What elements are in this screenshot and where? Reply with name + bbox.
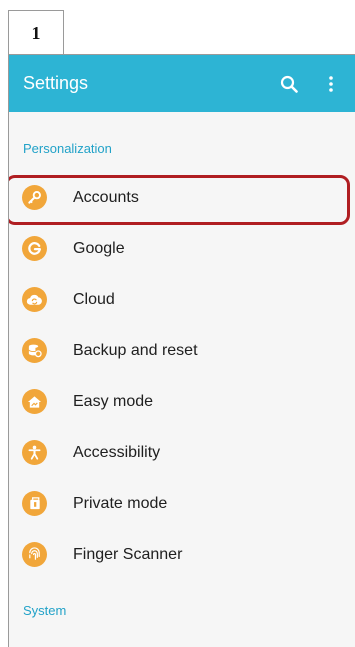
settings-item-easy-mode[interactable]: Easy mode — [9, 376, 355, 427]
search-icon — [280, 75, 298, 93]
settings-item-label: Accounts — [73, 188, 139, 206]
section-header-personalization: Personalization — [23, 141, 112, 156]
settings-item-backup-and-reset[interactable]: Backup and reset — [9, 325, 355, 376]
private-mode-icon — [22, 491, 47, 516]
settings-item-label: Backup and reset — [73, 341, 198, 359]
cloud-sync-icon — [22, 287, 47, 312]
search-button[interactable] — [275, 70, 303, 98]
app-bar: Settings — [9, 55, 355, 112]
fingerprint-icon — [22, 542, 47, 567]
phone-screen: Settings Personalization Accounts Google… — [8, 54, 355, 647]
settings-item-label: Cloud — [73, 290, 115, 308]
key-icon — [22, 185, 47, 210]
more-options-button[interactable] — [317, 70, 345, 98]
page-title: Settings — [23, 73, 89, 93]
more-vertical-icon — [329, 75, 333, 92]
backup-icon — [22, 338, 47, 363]
settings-item-label: Finger Scanner — [73, 545, 183, 563]
settings-item-finger-scanner[interactable]: Finger Scanner — [9, 529, 355, 580]
settings-item-label: Easy mode — [73, 392, 154, 410]
accessibility-icon — [22, 440, 47, 465]
settings-item-google[interactable]: Google — [9, 223, 355, 274]
google-g-icon — [22, 236, 47, 261]
settings-item-accessibility[interactable]: Accessibility — [9, 427, 355, 478]
settings-item-private-mode[interactable]: Private mode — [9, 478, 355, 529]
settings-item-cloud[interactable]: Cloud — [9, 274, 355, 325]
settings-item-label: Google — [73, 239, 125, 257]
highlight-box — [9, 175, 350, 225]
section-header-system: System — [23, 603, 67, 618]
step-number-badge: 1 — [8, 10, 64, 54]
home-icon — [22, 389, 47, 414]
settings-item-label: Accessibility — [73, 443, 161, 461]
settings-item-accounts[interactable]: Accounts — [9, 172, 355, 225]
settings-item-label: Private mode — [73, 494, 168, 512]
settings-list: Accounts Google Cloud Backup and reset E… — [9, 172, 355, 580]
